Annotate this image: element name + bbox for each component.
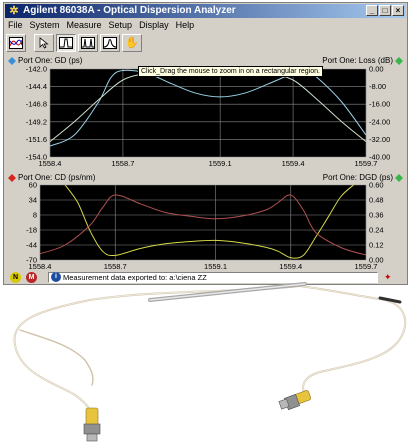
- left-fc-connector: [83, 407, 101, 442]
- right-fc-connector: [278, 390, 312, 411]
- left-fiber-cable: [13, 285, 301, 416]
- right-fiber-cable: [299, 285, 407, 396]
- fiber-cable-illustration: [13, 282, 407, 442]
